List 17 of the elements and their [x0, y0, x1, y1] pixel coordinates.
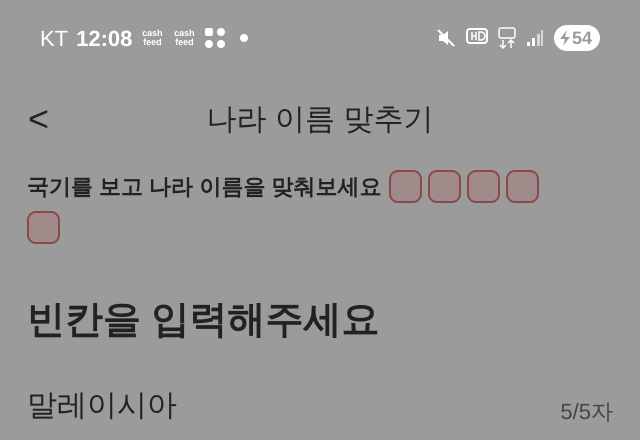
clock: 12:08	[76, 24, 132, 52]
network-icon	[498, 27, 516, 49]
answer-field[interactable]: 말레이시아 5/5자	[0, 349, 640, 428]
carrier: KT	[40, 24, 68, 52]
answer-value: 말레이시아	[27, 388, 177, 424]
signal-icon	[526, 29, 544, 47]
app-logo-text: cash feed	[173, 29, 196, 47]
dot-icon	[240, 34, 248, 42]
instruction-text: 국기를 보고 나라 이름을 맞춰보세요	[27, 173, 382, 201]
section-heading: 빈칸을 입력해주세요	[27, 299, 380, 341]
charging-bolt-icon	[558, 29, 572, 47]
character-counter: 5/5자	[560, 398, 613, 426]
battery-level: 54	[572, 26, 592, 50]
app-logo-text: cash feed	[141, 29, 164, 47]
mute-icon	[436, 28, 456, 48]
page-title: 나라 이름 맞추기	[206, 102, 434, 138]
back-button[interactable]: <	[28, 101, 50, 137]
